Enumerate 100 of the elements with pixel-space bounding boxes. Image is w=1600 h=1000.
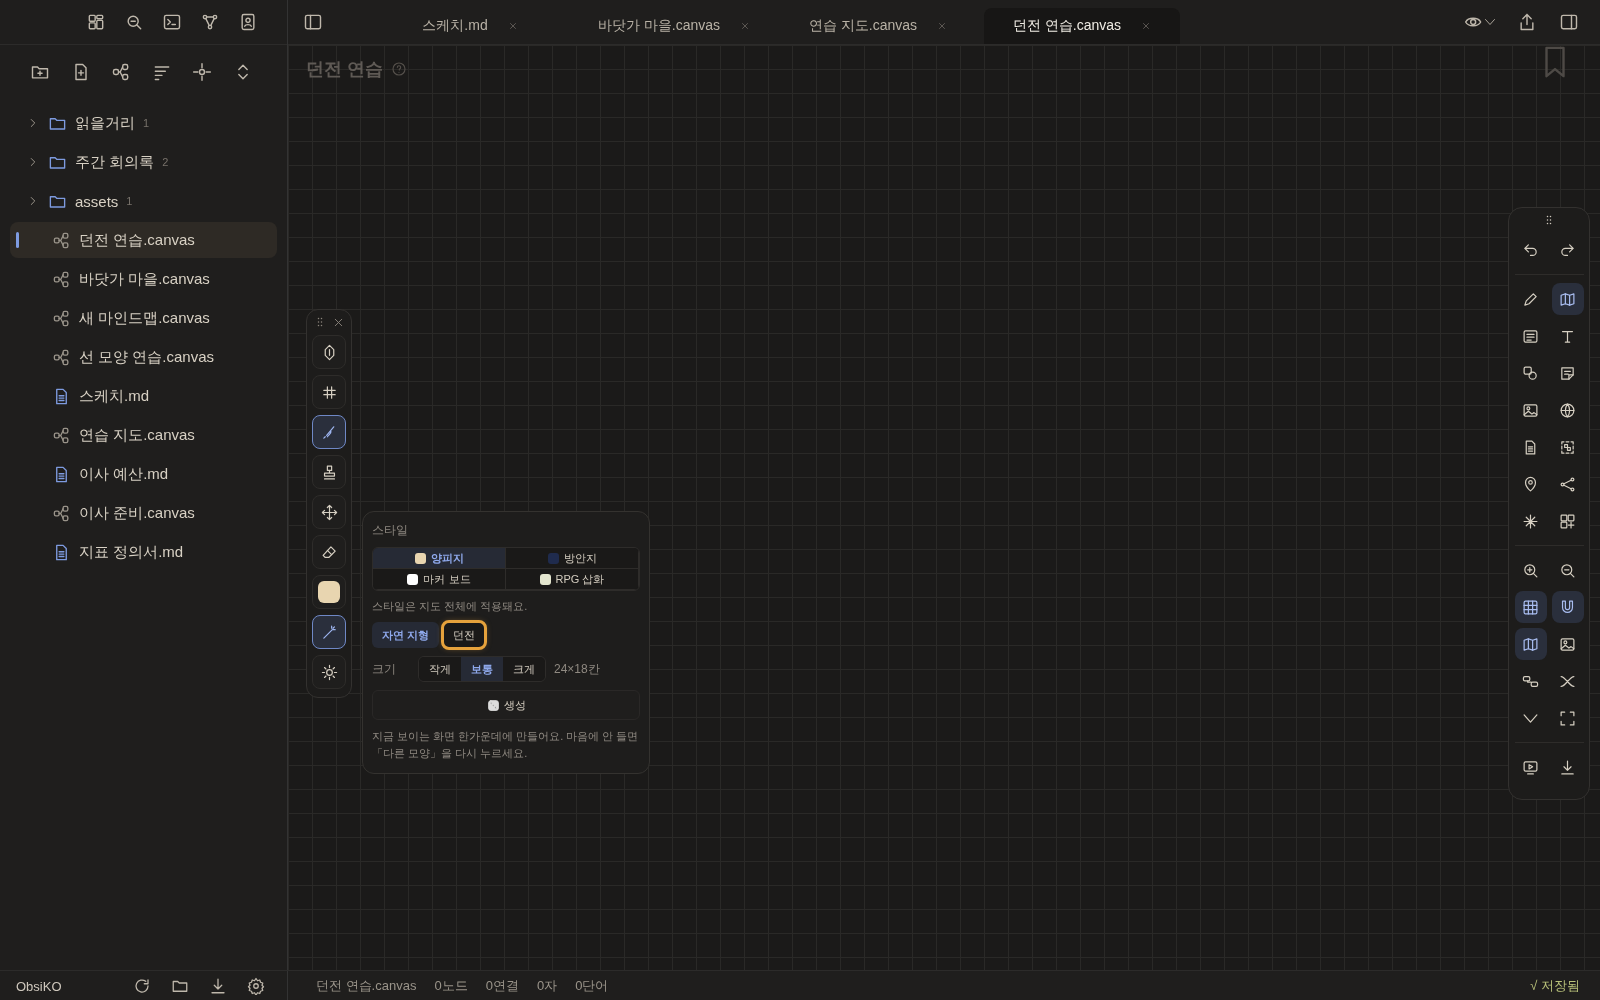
item-count: 2 [162,156,169,168]
size-reading: 24×18칸 [554,660,600,678]
tab[interactable]: 바닷가 마을.canvas [576,8,772,44]
tool-button[interactable] [312,495,346,529]
toolbar-button[interactable] [1514,591,1547,623]
sun-icon [320,663,338,681]
globe-icon [1559,401,1576,419]
tab[interactable]: 연습 지도.canvas [780,8,976,44]
refresh-icon [133,977,151,995]
item-name: 새 마인드맵.canvas [79,308,210,328]
file-item[interactable]: 새 마인드맵.canvas [10,300,277,336]
size-option[interactable]: 크게 [503,657,545,681]
folder-item[interactable]: 주간 회의록 2 [10,144,277,180]
file-item[interactable]: 연습 지도.canvas [10,417,277,453]
nodes-icon [52,308,71,328]
layout-icon [86,12,106,32]
file-item[interactable]: 바닷가 마을.canvas [10,261,277,297]
download-icon [209,977,227,995]
item-name: 이사 준비.canvas [79,503,195,523]
file-item[interactable]: 지표 정의서.md [10,534,277,570]
nodes-icon [52,503,71,523]
sticky-note-icon [1559,364,1576,382]
file-item[interactable]: 이사 예산.md [10,456,277,492]
file-item[interactable]: 스케치.md [10,378,277,414]
close-icon [1141,21,1152,31]
toolbar-button[interactable] [1551,283,1584,315]
close-icon [507,21,518,31]
file-item[interactable]: 던전 연습.canvas [10,222,277,258]
tool-button[interactable] [312,335,346,369]
share-icon [1517,12,1537,32]
nodes-icon [52,269,71,289]
magnet-icon [1559,598,1576,616]
item-name: 주간 회의록 [75,152,155,172]
generate-button[interactable]: 생성 [372,690,640,720]
canvas-title: 던전 연습 [306,58,383,81]
map-type-option[interactable]: 자연 지형 [372,622,440,648]
tab[interactable]: 던전 연습.canvas [984,8,1180,44]
style-option[interactable]: 방안지 [506,548,639,569]
tool-button[interactable] [312,375,346,409]
location-pin-icon [1522,475,1539,493]
nodes-icon [52,425,71,445]
eraser-icon [320,543,338,561]
folder-item[interactable]: 읽을거리 1 [10,105,277,141]
status-item: 0연결 [485,977,519,995]
tool-button[interactable] [312,535,346,569]
presentation-icon [1522,758,1539,776]
style-option[interactable]: RPG 삽화 [506,569,639,590]
status-item: 0노드 [434,977,468,995]
map-type-option[interactable]: 던전 [443,622,486,648]
file-item[interactable]: 이사 준비.canvas [10,495,277,531]
undo-icon [1522,241,1539,259]
section-label: 스타일 [372,522,409,539]
tool-button[interactable] [312,655,346,689]
download-icon [1559,758,1576,776]
color-button[interactable] [312,575,346,609]
tool-button[interactable] [312,615,346,649]
shapes-icon [1522,364,1539,382]
item-name: 던전 연습.canvas [79,230,195,250]
toolbar-button[interactable] [1514,628,1547,660]
item-name: 이사 예산.md [79,464,169,484]
sidebar-icon [1559,12,1579,32]
tab[interactable]: 스케치.md [372,8,568,44]
card-icon [1522,327,1539,345]
nodes-icon [52,347,71,367]
terminal-icon [162,12,182,32]
toolbar-button[interactable] [1551,591,1584,623]
color-swatch [318,581,340,603]
style-option[interactable]: 양피지 [373,548,506,569]
tool-button[interactable] [312,415,346,449]
size-option[interactable]: 작게 [419,657,461,681]
fullscreen-icon [1559,709,1576,727]
branch-icon [1559,475,1576,493]
status-item: 0단어 [575,977,609,995]
item-name: 연습 지도.canvas [79,425,195,445]
size-label: 크기 [372,660,396,678]
magic-wand-icon [320,623,338,641]
file-item[interactable]: 선 모양 연습.canvas [10,339,277,375]
grid-icon [1522,598,1539,616]
size-option[interactable]: 보통 [461,657,503,681]
graph-icon [200,12,220,32]
help-icon [391,61,407,77]
selection-icon [1559,438,1576,456]
item-name: 읽을거리 [75,113,135,133]
close-icon [937,21,948,31]
dice-icon [486,698,500,712]
status-item: 0자 [536,977,558,995]
hint-text: 지금 보이는 화면 한가운데에 만들어요. 마음에 안 들면 「다른 모양」을 다시 누르세요. [372,729,640,761]
item-name: 지표 정의서.md [79,542,184,562]
burst-icon [1522,512,1539,530]
folder-item[interactable]: assets 1 [10,183,277,219]
tool-button[interactable] [312,455,346,489]
item-name: 바닷가 마을.canvas [79,269,210,289]
settings-icon [247,977,265,995]
vault-name: ObsiKO [16,978,63,994]
saved-status: √ 저장됨 [1530,977,1580,995]
hash-icon [320,383,338,401]
style-option[interactable]: 마커 보드 [373,569,506,590]
map-icon [1559,290,1576,308]
pencil-icon [1522,290,1539,308]
zoom-out-icon [1559,561,1576,579]
